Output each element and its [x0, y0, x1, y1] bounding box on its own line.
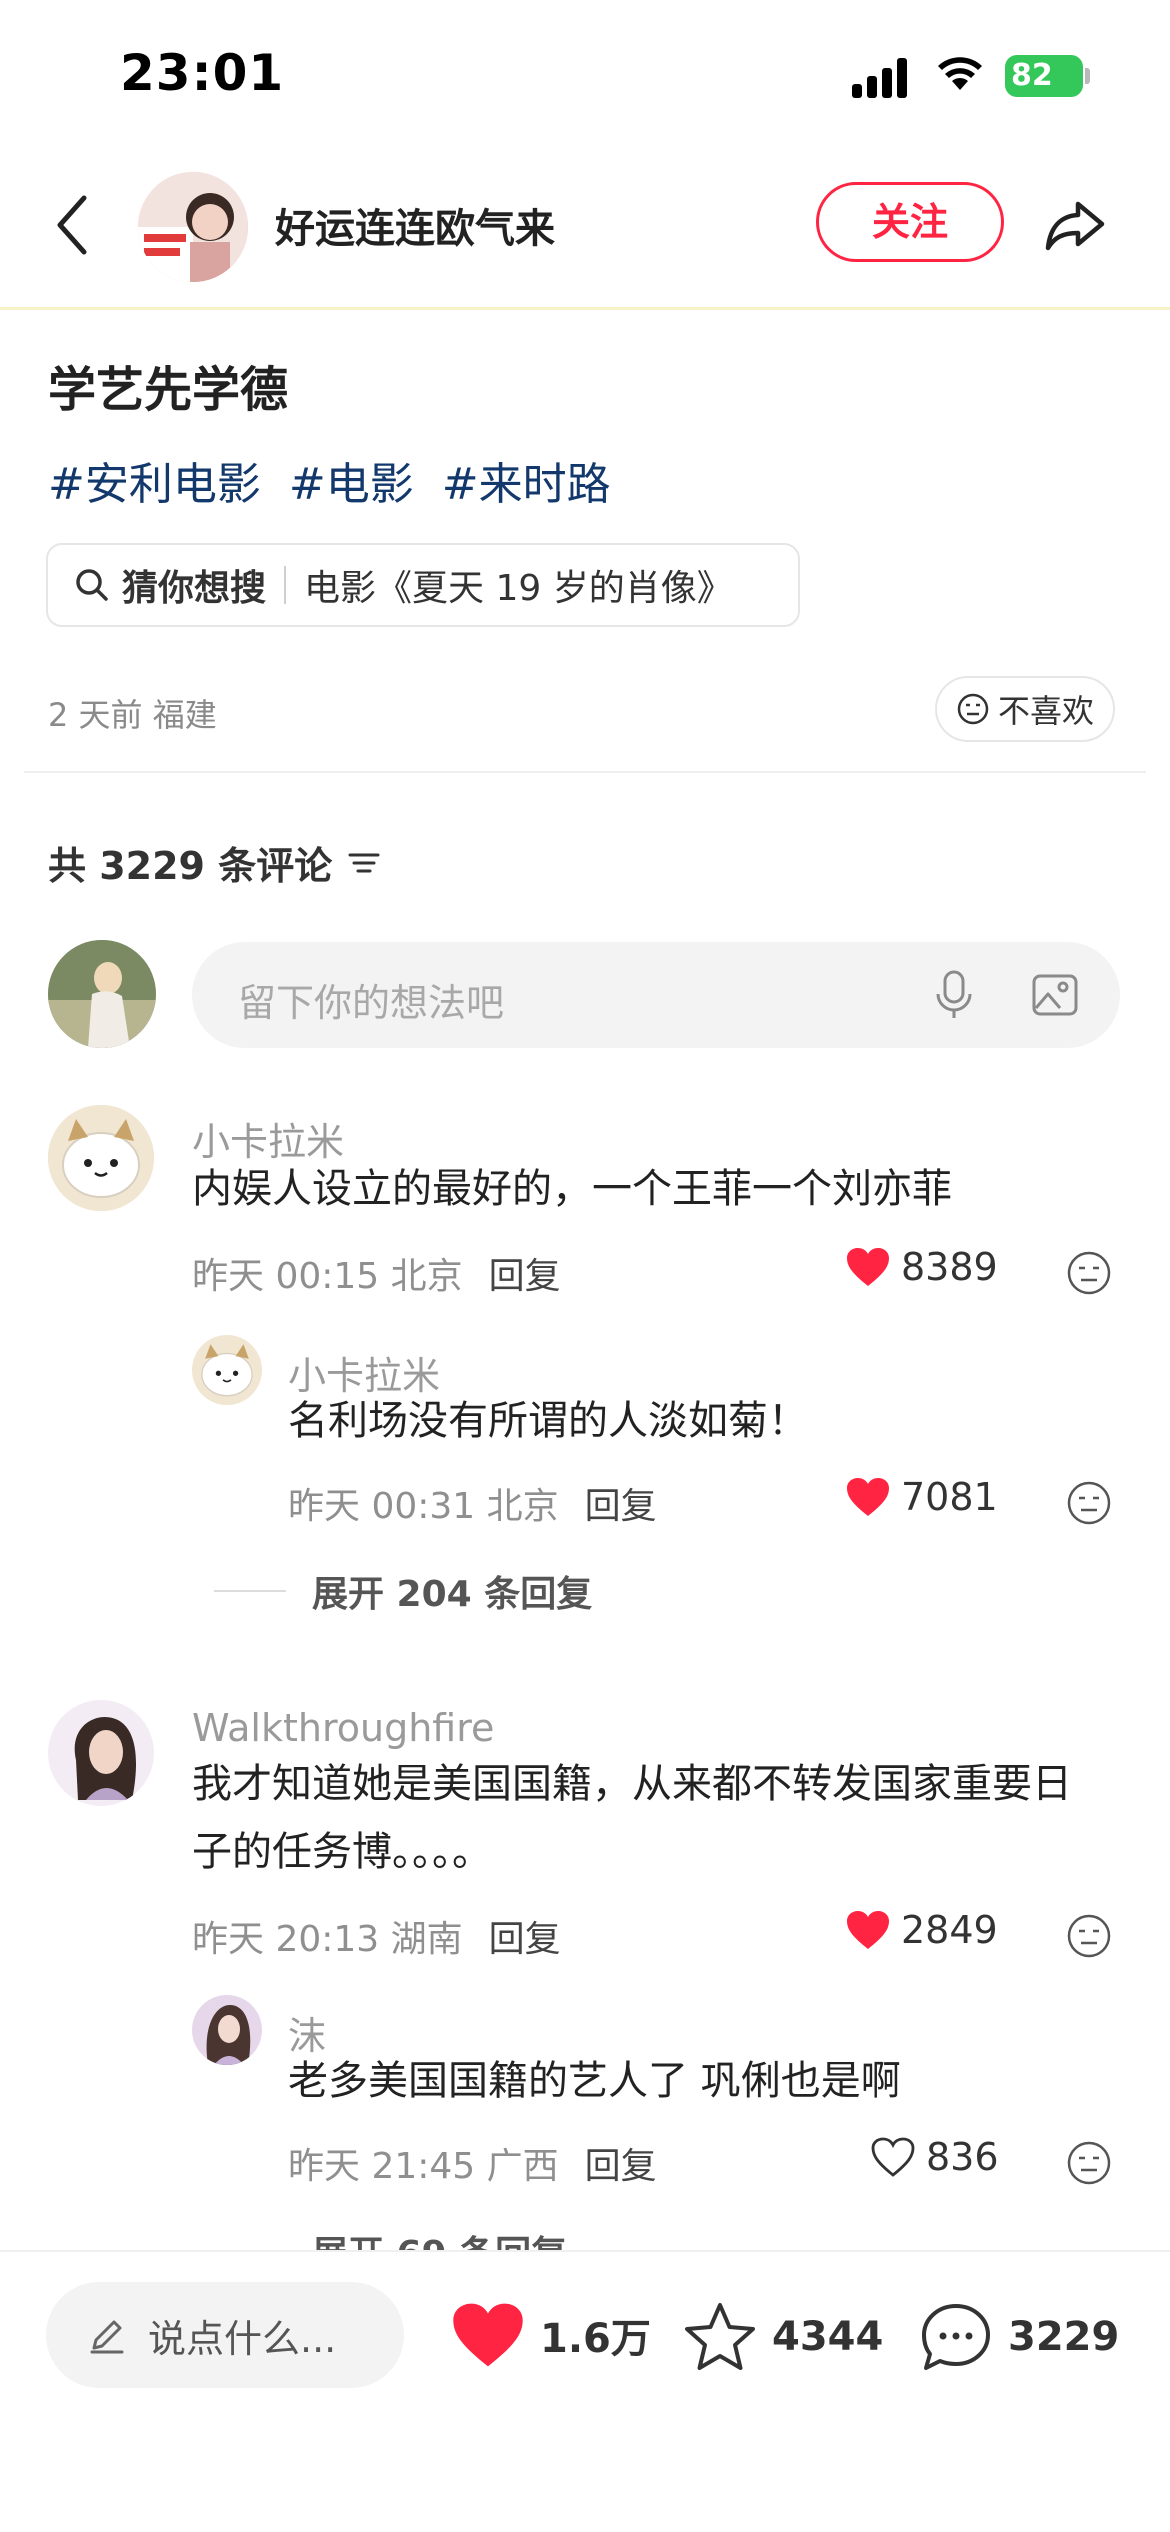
- comment-text[interactable]: 名利场没有所谓的人淡如菊！: [288, 1387, 808, 1455]
- search-icon: [76, 569, 108, 601]
- star-outline-icon: [685, 2303, 755, 2370]
- divider: [24, 771, 1146, 773]
- author-name[interactable]: 好运连连欧气来: [275, 196, 555, 254]
- tag-link[interactable]: #电影: [289, 459, 414, 510]
- comment-like-count: 7081: [901, 1475, 998, 1519]
- comment-time: 昨天 21:45 广西: [288, 2146, 559, 2187]
- neutral-face-icon: [957, 693, 989, 725]
- dislike-button[interactable]: 不喜欢: [935, 676, 1115, 742]
- comment-like-count: 8389: [901, 1245, 998, 1289]
- post-meta: 2 天前 福建: [48, 696, 217, 734]
- battery-tip: [1085, 68, 1090, 84]
- comment-meta: 昨天 20:13 湖南 回复: [192, 1910, 561, 1962]
- search-chip-label: 猜你想搜: [122, 568, 267, 609]
- comment-like-button[interactable]: 2849: [845, 1908, 998, 1952]
- comment-meta: 昨天 21:45 广西 回复: [288, 2137, 657, 2189]
- comment-input[interactable]: 留下你的想法吧: [192, 942, 1120, 1048]
- image-icon[interactable]: [1030, 970, 1080, 1020]
- heart-filled-icon: [847, 1911, 889, 1949]
- comment-count-label: 共 3229 条评论: [48, 844, 333, 888]
- collect-button[interactable]: 4344: [682, 2300, 883, 2374]
- comment-meta: 昨天 00:31 北京 回复: [288, 1477, 657, 1529]
- comment-time: 昨天 00:15 北京: [192, 1256, 463, 1297]
- neutral-face-icon[interactable]: [1066, 2140, 1112, 2186]
- wifi-icon: [938, 57, 982, 90]
- neutral-face-icon[interactable]: [1066, 1480, 1112, 1526]
- commenter-avatar[interactable]: [192, 1995, 262, 2065]
- comment-text[interactable]: 内娱人设立的最好的，一个王菲一个刘亦菲: [192, 1155, 952, 1223]
- chat-bubble-icon: [922, 2304, 990, 2370]
- neutral-face-icon[interactable]: [1066, 1250, 1112, 1296]
- cellular-signal-icon: [852, 58, 912, 98]
- comment-count: 共 3229 条评论: [48, 835, 382, 890]
- dislike-label: 不喜欢: [997, 692, 1094, 730]
- comment-text[interactable]: 老多美国国籍的艺人了 巩俐也是啊: [288, 2047, 901, 2115]
- expand-replies-label: 展开 204 条回复: [312, 1574, 593, 1615]
- reply-button[interactable]: 回复: [585, 2146, 657, 2187]
- pencil-icon: [90, 2320, 124, 2354]
- post-like-button[interactable]: 1.6万: [450, 2300, 651, 2370]
- status-bar: 23:01 82: [0, 0, 1170, 150]
- say-something-placeholder: 说点什么...: [148, 2316, 337, 2361]
- tag-link[interactable]: #安利电影: [48, 459, 261, 510]
- collect-count: 4344: [772, 2314, 884, 2360]
- heart-filled-icon: [453, 2303, 523, 2367]
- battery-icon: 82: [1005, 55, 1083, 97]
- sort-filter-icon[interactable]: [346, 848, 382, 878]
- comment-meta: 昨天 00:15 北京 回复: [192, 1247, 561, 1299]
- back-arrow-icon[interactable]: [48, 190, 98, 260]
- heart-filled-icon: [847, 1248, 889, 1286]
- expand-replies-button[interactable]: 展开 204 条回复: [214, 1565, 592, 1617]
- post-title: 学艺先学德: [48, 362, 289, 418]
- heart-outline-icon: [871, 2137, 915, 2177]
- expand-line: [214, 1590, 286, 1592]
- related-search-chip[interactable]: 猜你想搜 电影《夏天 19 岁的肖像》: [46, 543, 800, 627]
- comment-text[interactable]: 我才知道她是美国国籍，从来都不转发国家重要日 子的任务博。。。。: [192, 1750, 1072, 1886]
- chip-divider: [284, 566, 287, 604]
- comment-time: 昨天 20:13 湖南: [192, 1919, 463, 1960]
- commenter-avatar[interactable]: [48, 1700, 154, 1806]
- comment-button[interactable]: 3229: [918, 2300, 1119, 2374]
- comment-time: 昨天 00:31 北京: [288, 1486, 559, 1527]
- post-like-count: 1.6万: [540, 2316, 651, 2362]
- commenter-avatar[interactable]: [48, 1105, 154, 1211]
- heart-filled-icon: [847, 1478, 889, 1516]
- say-something-input[interactable]: 说点什么...: [46, 2282, 404, 2388]
- commenter-name[interactable]: Walkthroughfire: [192, 1706, 494, 1750]
- neutral-face-icon[interactable]: [1066, 1913, 1112, 1959]
- tag-list: #安利电影 #电影 #来时路: [48, 448, 625, 512]
- comment-total-count: 3229: [1008, 2314, 1120, 2360]
- tag-link[interactable]: #来时路: [442, 459, 611, 510]
- post-header: 好运连连欧气来 关注: [0, 150, 1170, 310]
- comment-like-button[interactable]: 836: [870, 2135, 999, 2179]
- status-time: 23:01: [120, 44, 285, 102]
- commenter-avatar[interactable]: [192, 1335, 262, 1405]
- my-avatar: [48, 940, 156, 1048]
- comment-like-button[interactable]: 8389: [845, 1245, 998, 1289]
- follow-button[interactable]: 关注: [816, 182, 1004, 262]
- comment-like-button[interactable]: 7081: [845, 1475, 998, 1519]
- microphone-icon[interactable]: [932, 968, 976, 1022]
- bottom-action-bar: 说点什么... 1.6万 4344 3229: [0, 2250, 1170, 2532]
- comment-text-line: 子的任务博。。。。: [192, 1829, 492, 1875]
- comment-like-count: 836: [926, 2135, 999, 2179]
- author-avatar[interactable]: [138, 172, 248, 282]
- comment-input-placeholder: 留下你的想法吧: [238, 981, 505, 1025]
- reply-button[interactable]: 回复: [489, 1256, 561, 1297]
- comment-text-line: 我才知道她是美国国籍，从来都不转发国家重要日: [192, 1761, 1072, 1807]
- reply-button[interactable]: 回复: [585, 1486, 657, 1527]
- share-icon[interactable]: [1040, 190, 1110, 260]
- search-chip-query: 电影《夏天 19 岁的肖像》: [304, 568, 733, 609]
- reply-button[interactable]: 回复: [489, 1919, 561, 1960]
- comment-like-count: 2849: [901, 1908, 998, 1952]
